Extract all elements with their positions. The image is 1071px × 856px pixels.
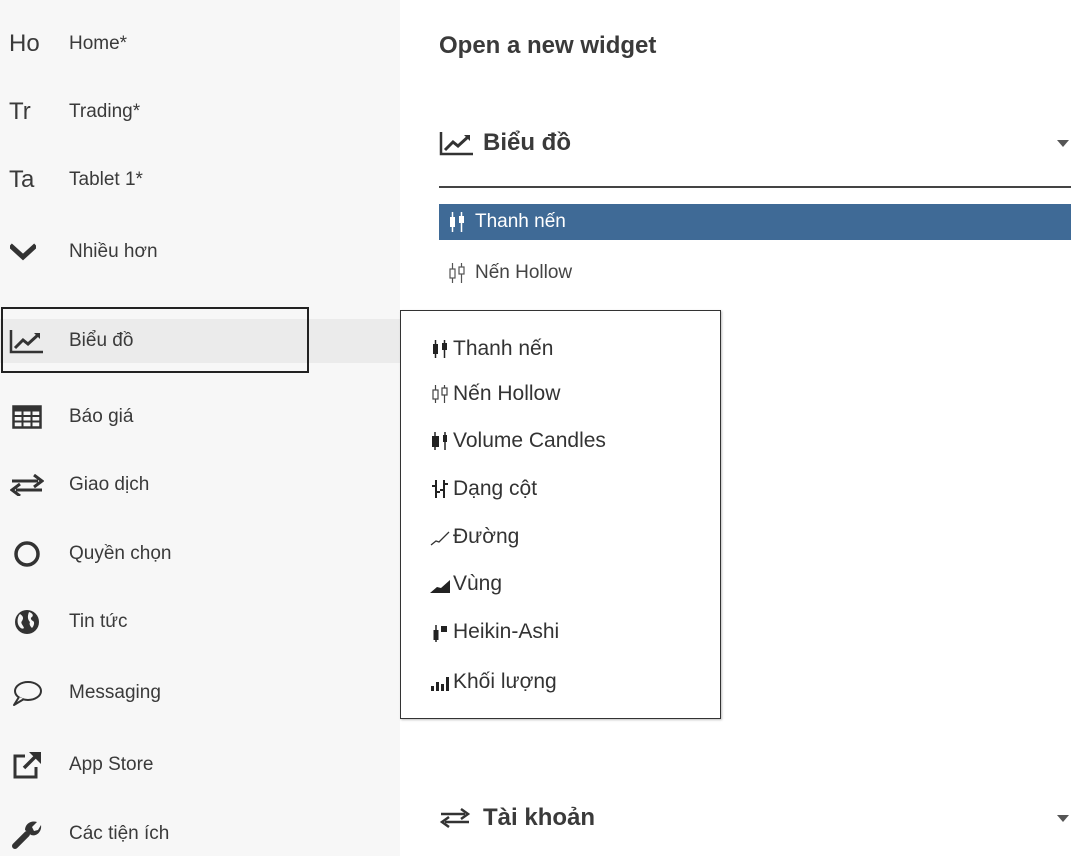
dropdown-item-ohlc-bars[interactable]: Dạng cột [401,469,719,509]
sidebar-item-label: Giao dịch [69,474,150,495]
globe-icon [9,607,45,637]
sidebar: Ho Home* Tr Trading* Ta Tablet 1* Nhiều … [0,0,400,856]
page-title: Open a new widget [439,32,657,59]
caret-down-icon [1057,139,1069,147]
dropdown-item-label: Thanh nến [453,337,554,360]
workspace-abbr: Tr [9,98,31,125]
workspace-item-home[interactable]: Ho Home* [0,24,400,64]
area-icon [429,573,451,595]
table-grid-icon [9,402,45,432]
speech-bubble-icon [9,678,45,708]
heikin-ashi-icon [429,621,451,643]
widget-launcher-page: Ho Home* Tr Trading* Ta Tablet 1* Nhiều … [0,0,1071,856]
swap-arrows-icon [9,470,45,500]
dropdown-item-label: Heikin-Ashi [453,620,560,643]
hollow-candle-icon [439,261,475,285]
workspace-label: Home* [69,33,128,54]
dropdown-item-candlestick[interactable]: Thanh nến [401,329,719,369]
dropdown-item-label: Đường [453,525,520,548]
external-link-icon [9,750,45,780]
line-icon [429,526,451,548]
chart-option-label: Thanh nến [475,211,566,232]
sidebar-item-label: Các tiện ích [69,823,170,844]
wrench-icon [9,819,45,849]
sidebar-item-app-store[interactable]: App Store [0,743,400,787]
dropdown-item-label: Dạng cột [453,477,538,500]
dropdown-item-heikin-ashi[interactable]: Heikin-Ashi [401,612,719,652]
workspace-item-trading[interactable]: Tr Trading* [0,92,400,132]
sidebar-item-label: Báo giá [69,406,134,427]
section-header-label: Tài khoản [483,804,596,831]
section-header-account[interactable]: Tài khoản [439,795,1071,841]
chart-option-candlestick[interactable]: Thanh nến [439,204,1071,240]
sidebar-item-label: App Store [69,754,154,775]
sidebar-item-trading[interactable]: Giao dịch [0,463,400,507]
dropdown-item-label: Vùng [453,572,503,595]
workspace-label: Trading* [69,101,141,122]
dropdown-item-volume-candles[interactable]: Volume Candles [401,421,719,461]
section-divider [439,186,1071,188]
workspace-item-tablet[interactable]: Ta Tablet 1* [0,160,400,200]
more-workspaces-button[interactable]: Nhiều hơn [0,232,400,272]
section-header-label: Biểu đồ [483,129,571,156]
sidebar-item-news[interactable]: Tin tức [0,600,400,644]
sidebar-item-label: Quyền chọn [69,543,172,564]
workspace-abbr: Ta [9,166,35,193]
sidebar-item-label: Tin tức [69,611,128,632]
line-chart-icon [439,129,479,157]
dropdown-item-line[interactable]: Đường [401,517,719,557]
dropdown-item-hollow-candle[interactable]: Nến Hollow [401,374,719,414]
ohlc-bar-icon [429,478,451,500]
section-header-charts[interactable]: Biểu đồ [439,120,1071,166]
volume-bars-icon [429,671,451,693]
sidebar-item-utilities[interactable]: Các tiện ích [0,812,400,856]
dropdown-item-volume[interactable]: Khối lượng [401,662,719,702]
volume-candle-icon [429,430,451,452]
sidebar-item-quotes[interactable]: Báo giá [0,395,400,439]
chart-type-dropdown: Thanh nến Nến Hollow Volume Candles Dạng… [400,310,721,719]
workspace-abbr: Ho [9,30,40,57]
sidebar-item-label: Biểu đồ [69,330,134,351]
caret-down-icon [1057,814,1069,822]
sidebar-item-options[interactable]: Quyền chọn [0,532,400,576]
line-chart-icon [9,326,45,356]
dropdown-item-label: Khối lượng [453,670,557,693]
chart-option-hollow-candle[interactable]: Nến Hollow [439,255,1071,291]
candlestick-icon [439,210,475,234]
circle-icon [9,539,45,569]
hollow-candle-icon [429,383,451,405]
candlestick-icon [429,338,451,360]
dropdown-item-area[interactable]: Vùng [401,564,719,604]
chevron-down-icon [10,243,36,261]
dropdown-item-label: Nến Hollow [453,382,561,405]
sidebar-item-charts[interactable]: Biểu đồ [0,319,400,363]
dropdown-item-label: Volume Candles [453,429,606,452]
sidebar-item-messaging[interactable]: Messaging [0,671,400,715]
more-workspaces-label: Nhiều hơn [69,241,158,262]
swap-arrows-icon [439,804,479,832]
workspace-label: Tablet 1* [69,169,143,190]
sidebar-item-label: Messaging [69,682,161,703]
chart-option-label: Nến Hollow [475,262,573,283]
